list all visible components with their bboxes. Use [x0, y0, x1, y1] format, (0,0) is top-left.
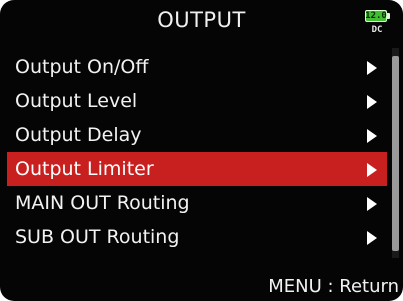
chevron-right-icon: [367, 197, 377, 211]
scrollbar-thumb[interactable]: [392, 56, 399, 251]
footer-hint: MENU : Return: [268, 276, 399, 297]
menu-item-main-out-routing[interactable]: MAIN OUT Routing: [7, 186, 387, 220]
menu-item-output-delay[interactable]: Output Delay: [7, 118, 387, 152]
device-screen: OUTPUT 12.0 DC Output On/Off Output Leve…: [0, 0, 403, 301]
menu-item-label: Output Level: [15, 90, 138, 112]
menu-item-output-limiter[interactable]: Output Limiter: [7, 152, 387, 186]
menu-item-output-level[interactable]: Output Level: [7, 84, 387, 118]
battery-tip: [387, 13, 390, 19]
chevron-right-icon: [367, 163, 377, 177]
menu-item-label: MAIN OUT Routing: [15, 192, 190, 214]
chevron-right-icon: [367, 129, 377, 143]
battery-indicator: 12.0 DC: [363, 8, 391, 40]
chevron-right-icon: [367, 61, 377, 75]
menu-item-output-on-off[interactable]: Output On/Off: [7, 50, 387, 84]
menu-item-label: SUB OUT Routing: [15, 226, 180, 248]
menu-item-label: Output Delay: [15, 124, 142, 146]
output-menu: Output On/Off Output Level Output Delay …: [7, 50, 387, 254]
chevron-right-icon: [367, 231, 377, 245]
battery-value: 12.0: [365, 11, 387, 21]
chevron-right-icon: [367, 95, 377, 109]
scrollbar[interactable]: [392, 48, 399, 258]
menu-item-label: Output Limiter: [15, 158, 154, 180]
page-title: OUTPUT: [157, 8, 246, 32]
header: OUTPUT 12.0 DC: [0, 0, 403, 44]
menu-item-label: Output On/Off: [15, 56, 149, 78]
power-source: DC: [371, 25, 383, 35]
menu-item-sub-out-routing[interactable]: SUB OUT Routing: [7, 220, 387, 254]
